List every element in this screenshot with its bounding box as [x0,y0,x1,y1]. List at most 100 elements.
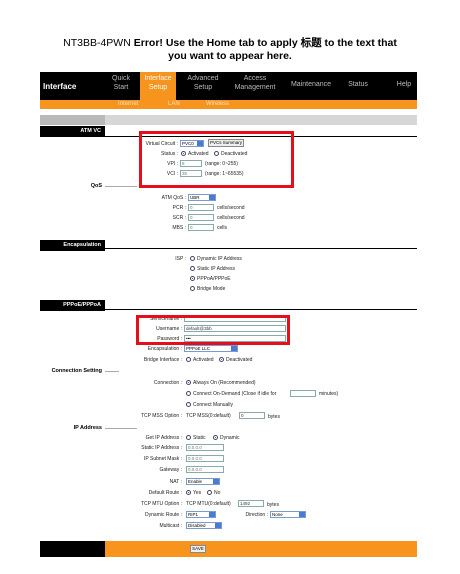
bridge-deactivated-radio[interactable] [219,357,224,362]
pcr-input[interactable]: 0 [188,204,214,211]
encapsulation-select[interactable]: PPPoE LLC [184,345,238,352]
ip-rule [105,428,137,429]
section-divider [105,309,417,310]
tcp-mtu-label: TCP MTU Option : [140,501,182,507]
chevron-down-icon [209,512,215,517]
isp-label: ISP : [175,256,186,262]
save-button[interactable]: SAVE [190,545,206,553]
section-divider [105,248,417,249]
isp-bridge-label: Bridge Mode [197,286,226,292]
ip-dynamic-radio[interactable] [213,435,218,440]
bridge-activated-label: Activated [193,357,214,363]
dynamic-route-label: Dynamic Route : [145,512,182,518]
ip-dynamic-label: Dynamic [220,435,240,441]
chevron-down-icon [231,346,237,351]
connect-manually-radio[interactable] [186,402,191,407]
static-ip-label: Static IP Address : [141,445,182,451]
tab-help[interactable]: Help [395,80,413,89]
route-no-radio[interactable] [207,490,212,495]
chevron-down-icon [213,479,219,484]
section-atm-vc: ATM VC [40,126,105,137]
tab-status[interactable]: Status [346,80,370,89]
section-qos: QoS [90,183,102,189]
top-navigation: Interface Quick Start Interface Setup Adva… [40,72,417,100]
tab-maintenance[interactable]: Maintenance [288,80,334,89]
mbs-label: MBS : [172,225,186,231]
tab-quick-start[interactable]: Quick Start [108,74,134,92]
subtab-lan[interactable]: LAN [168,101,180,107]
qos-rule [105,186,137,187]
bridge-deactivated-label: Deactivated [226,357,253,363]
tcp-mss-label: TCP MSS Option : [140,413,182,419]
encapsulation-label: Encapsulation : [147,346,182,352]
tab-access-management[interactable]: Access Management [230,74,280,92]
tcp-mtu-input[interactable]: 1492 [238,500,264,507]
on-demand-radio[interactable] [186,391,191,396]
minutes-label: minutes) [319,391,339,397]
scr-label: SCR : [172,215,186,221]
bridge-interface-label: Bridge Interface : [143,357,182,363]
highlight-box-atm [139,131,294,188]
chevron-down-icon [209,195,215,200]
chevron-down-icon [299,512,305,517]
subnet-mask-input[interactable]: 0.0.0.0 [186,455,224,462]
nav-brand: Interface [43,82,77,91]
nat-label: NAT : [169,479,182,485]
sub-navigation: Internet LAN Wireless [40,100,417,109]
error-text: Error! Use the Home tab to apply [133,37,298,49]
mbs-input[interactable]: 0 [188,224,214,231]
nat-select[interactable]: Enable [186,478,220,485]
connect-manually-label: Connect Manually [193,402,234,408]
gateway-input[interactable]: 0.0.0.0 [186,466,224,473]
atm-qos-select[interactable]: UBR [188,194,216,201]
default-route-label: Default Route : [148,490,182,496]
direction-select[interactable]: None [270,511,306,518]
section-pppoe: PPPoE/PPPoA [40,300,105,311]
tab-advanced-setup[interactable]: Advanced Setup [184,74,222,92]
document-title: NT3BB-4PWN Error! Use the Home tab to ap… [0,37,460,63]
subtab-internet[interactable]: Internet [118,101,138,107]
get-ip-label: Get IP Address : [145,435,182,441]
isp-dynamic-label: Dynamic IP Address [197,256,242,262]
always-on-radio[interactable] [186,380,191,385]
isp-bridge-radio[interactable] [190,286,195,291]
tcp-mss-unit: bytes [268,414,280,420]
route-no-label: No [214,490,221,496]
isp-static-radio[interactable] [190,266,195,271]
route-yes-radio[interactable] [186,490,191,495]
idle-minutes-input[interactable] [290,390,316,397]
scr-input[interactable]: 0 [188,214,214,221]
error-text-line2: you want to appear here. [168,50,292,62]
route-yes-label: Yes [193,490,202,496]
tab-interface-setup[interactable]: Interface Setup [140,72,176,100]
footer-left [40,541,105,557]
chevron-down-icon [215,523,221,528]
footer-bar: SAVE [40,541,417,557]
always-on-label: Always On (Recommended) [193,380,256,386]
on-demand-label: Connect On-Demand (Close if idle for [193,391,277,397]
isp-pppoe-radio[interactable] [190,276,195,281]
pcr-unit: cells/second [217,205,245,211]
tcp-mss-text: TCP MSS(0:default) [186,413,231,419]
pcr-label: PCR : [172,205,186,211]
gateway-label: Gateway : [159,467,182,473]
tcp-mss-input[interactable]: 0 [239,412,265,419]
isp-dynamic-radio[interactable] [190,256,195,261]
mbs-unit: cells [217,225,228,231]
connection-label: Connection : [153,380,182,386]
spacer-bar [40,115,417,125]
model-name: NT3BB-4PWN [63,37,131,49]
ip-static-radio[interactable] [186,435,191,440]
isp-pppoe-label: PPPoA/PPPoE [197,276,231,282]
static-ip-input[interactable]: 0.0.0.0 [186,444,224,451]
tcp-mtu-unit: bytes [267,502,279,508]
dynamic-route-select[interactable]: RIP1 [186,511,216,518]
multicast-select[interactable]: Disabled [186,522,222,529]
section-ip-address: IP Address [73,425,102,431]
bridge-activated-radio[interactable] [186,357,191,362]
subtab-wireless[interactable]: Wireless [206,101,229,107]
tcp-mtu-text: TCP MTU(0:default) [186,501,231,507]
isp-static-label: Static IP Address [197,266,235,272]
section-encapsulation: Encapsulation [40,240,105,251]
error-text-rest: to the text that [324,37,397,49]
